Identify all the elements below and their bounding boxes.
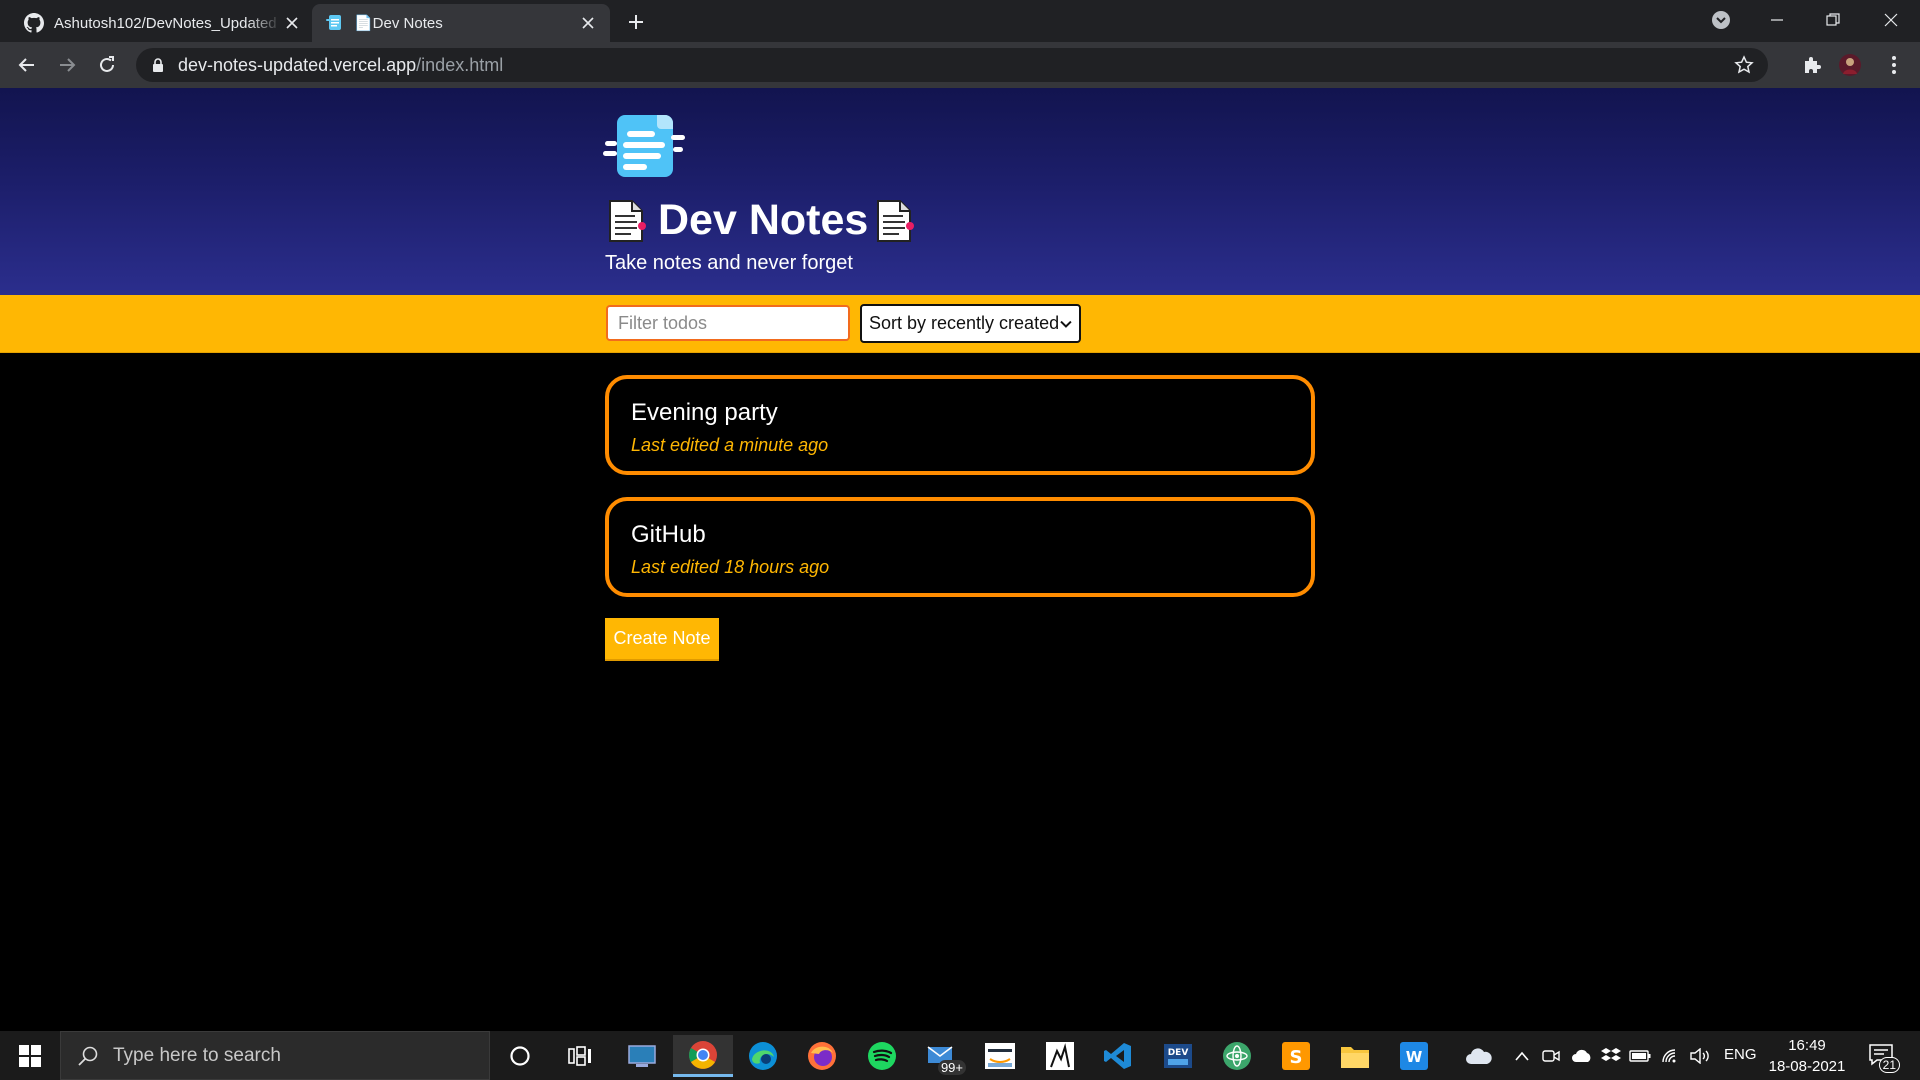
task-view-icon[interactable] (556, 1035, 604, 1077)
forward-icon[interactable] (53, 51, 81, 79)
edge-icon[interactable] (739, 1035, 787, 1077)
tab-github[interactable]: Ashutosh102/DevNotes_Updated (12, 4, 314, 42)
tab-search-icon[interactable] (1701, 6, 1741, 34)
devc-icon[interactable]: DEV (1154, 1035, 1202, 1077)
notes-logo-icon (603, 115, 685, 177)
clock-date: 18-08-2021 (1768, 1058, 1846, 1075)
page-facing-up-icon (609, 199, 646, 242)
chrome-icon[interactable] (673, 1035, 733, 1077)
reload-icon[interactable] (93, 51, 121, 79)
note-card[interactable]: Evening party Last edited a minute ago (605, 375, 1315, 475)
note-last-edited: Last edited a minute ago (631, 435, 829, 455)
desktop-app-icon[interactable] (618, 1035, 666, 1077)
page-facing-up-icon (877, 199, 915, 242)
mail-icon[interactable]: 99+ (918, 1035, 966, 1077)
close-tab-icon[interactable] (282, 13, 302, 33)
mail-badge: 99+ (937, 1060, 966, 1075)
svg-text:DEV: DEV (1168, 1048, 1189, 1058)
svg-text:W: W (1406, 1048, 1423, 1066)
cortana-icon[interactable] (496, 1035, 544, 1077)
battery-icon[interactable] (1629, 1045, 1651, 1067)
show-hidden-icons-icon[interactable] (1511, 1045, 1533, 1067)
sort-select[interactable]: Sort by recently created (860, 304, 1081, 343)
lock-icon[interactable] (150, 57, 166, 73)
filter-bar: Sort by recently created (0, 295, 1920, 353)
spotify-icon[interactable] (858, 1035, 906, 1077)
search-icon (78, 1046, 98, 1066)
firefox-icon[interactable] (798, 1035, 846, 1077)
taskbar-search-box[interactable]: Type here to search (60, 1031, 490, 1080)
note-last-edited: Last edited 18 hours ago (631, 557, 830, 577)
notification-count: 21 (1878, 1057, 1900, 1073)
close-window-icon[interactable] (1871, 6, 1911, 34)
browser-toolbar: dev-notes-updated.vercel.app/index.html (0, 42, 1920, 88)
tab-title: Ashutosh102/DevNotes_Updated (54, 14, 277, 32)
tab-title: 📄Dev Notes (354, 15, 443, 32)
github-icon (24, 13, 44, 33)
wifi-icon[interactable] (1660, 1045, 1682, 1067)
note-card[interactable]: GitHub Last edited 18 hours ago (605, 497, 1315, 597)
filter-todos-input[interactable] (606, 305, 850, 341)
create-note-button[interactable]: Create Note (605, 618, 719, 661)
browser-menu-icon[interactable] (1880, 51, 1908, 79)
meet-now-icon[interactable] (1540, 1045, 1562, 1067)
notes-app-icon (326, 15, 341, 30)
web-page: Dev Notes Take notes and never forget So… (0, 88, 1920, 1031)
close-tab-icon[interactable] (578, 13, 598, 33)
app-subtitle: Take notes and never forget (605, 252, 853, 274)
inkscape-icon[interactable] (1036, 1035, 1084, 1077)
sublime-icon[interactable]: S (1272, 1035, 1320, 1077)
action-center-icon[interactable]: 21 (1866, 1039, 1902, 1073)
back-icon[interactable] (13, 51, 41, 79)
clock[interactable]: 16:49 18-08-2021 (1762, 1035, 1852, 1077)
note-title: Evening party (631, 399, 778, 426)
browser-tab-strip: Ashutosh102/DevNotes_Updated 📄Dev Notes (0, 0, 1920, 42)
app-title-text: Dev Notes (658, 196, 869, 244)
atom-icon[interactable] (1213, 1035, 1261, 1077)
cloud-icon[interactable] (1571, 1045, 1593, 1067)
app-header: Dev Notes Take notes and never forget (0, 88, 1920, 295)
restore-icon[interactable] (1813, 6, 1853, 34)
note-title: GitHub (631, 521, 706, 548)
sort-selected-label: Sort by recently created (869, 313, 1060, 333)
new-tab-icon[interactable] (624, 10, 648, 34)
onedrive-weather-icon[interactable] (1464, 1045, 1494, 1067)
tab-dev-notes[interactable]: 📄Dev Notes (312, 4, 610, 42)
bookmark-star-icon[interactable] (1734, 55, 1754, 75)
language-indicator[interactable]: ENG (1724, 1046, 1757, 1063)
svg-text:S: S (1290, 1047, 1303, 1068)
amazon-icon[interactable] (976, 1035, 1024, 1077)
dropbox-icon[interactable] (1600, 1045, 1622, 1067)
windows-start-icon[interactable] (0, 1031, 60, 1080)
volume-icon[interactable] (1689, 1045, 1711, 1067)
windows-taskbar: Type here to search 99+ DEV S W ENG 16:4… (0, 1031, 1920, 1080)
word-icon[interactable]: W (1390, 1035, 1438, 1077)
extensions-icon[interactable] (1798, 51, 1826, 79)
clock-time: 16:49 (1788, 1037, 1826, 1054)
search-placeholder: Type here to search (113, 1044, 281, 1066)
chevron-down-icon (1060, 320, 1072, 328)
profile-avatar[interactable] (1836, 51, 1864, 79)
address-bar[interactable]: dev-notes-updated.vercel.app/index.html (136, 48, 1768, 82)
minimize-icon[interactable] (1757, 6, 1797, 34)
url-text: dev-notes-updated.vercel.app/index.html (178, 54, 504, 75)
file-explorer-icon[interactable] (1331, 1035, 1379, 1077)
page-title: Dev Notes (606, 196, 915, 245)
vscode-icon[interactable] (1094, 1035, 1142, 1077)
